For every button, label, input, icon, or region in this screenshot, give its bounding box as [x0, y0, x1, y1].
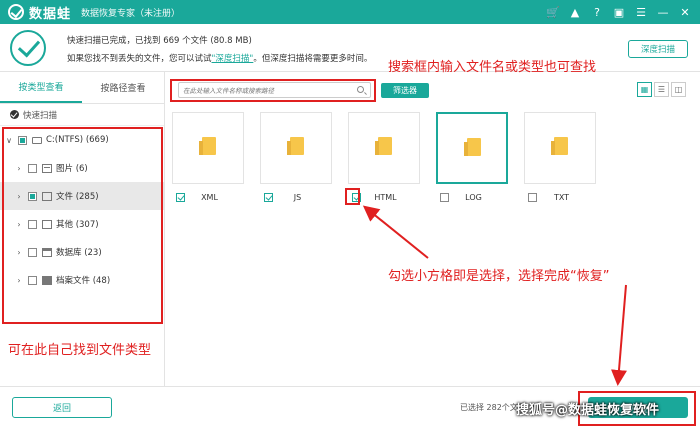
- list-view-icon[interactable]: ☰: [654, 82, 669, 97]
- tree-item-label: C:(NTFS) (669): [46, 135, 109, 145]
- tree-checkbox[interactable]: [28, 163, 37, 173]
- deep-scan-button[interactable]: 深度扫描: [628, 40, 688, 58]
- tile-label: LOG: [465, 192, 482, 202]
- tile-checkbox[interactable]: [440, 192, 449, 202]
- detail-view-icon[interactable]: ◫: [671, 82, 686, 97]
- tree-item-label: 文件 (285): [56, 192, 99, 202]
- chevron-right-icon[interactable]: ›: [14, 220, 24, 229]
- tile-label: JS: [293, 192, 302, 202]
- folder-icon: [464, 138, 481, 156]
- tab-by-type[interactable]: 按类型查看: [0, 72, 82, 103]
- deep-scan-link[interactable]: "深度扫描": [212, 54, 254, 64]
- tile-checkbox[interactable]: [176, 192, 185, 202]
- file-content-area: 筛选器 ▦ ☰ ◫ XML JS HTML: [166, 72, 700, 386]
- quick-scan-header[interactable]: 快速扫描: [0, 104, 164, 126]
- folder-icon: [375, 137, 392, 155]
- image-icon: [42, 163, 52, 173]
- folder-icon: [287, 137, 304, 155]
- quick-scan-label: 快速扫描: [23, 110, 58, 121]
- tree-item-other[interactable]: › 其他 (307): [0, 210, 164, 238]
- tile-label: HTML: [374, 192, 397, 202]
- database-icon: [42, 247, 52, 257]
- watermark-text: 搜狐号@数据蛙恢复软件: [516, 403, 660, 418]
- tree-checkbox[interactable]: [28, 191, 37, 201]
- annotation-search-hint: 搜索框内输入文件名或类型也可查找: [388, 60, 597, 75]
- annotation-sidebar-hint: 可在此自己找到文件类型: [8, 343, 152, 358]
- tree-item-documents[interactable]: › 文件 (285): [0, 182, 164, 210]
- chevron-right-icon[interactable]: ›: [14, 164, 24, 173]
- scan-result-text: 快速扫描已完成，已找到 669 个文件 (80.8 MB): [67, 36, 252, 46]
- app-logo: 数据蛙: [8, 3, 71, 22]
- tile-preview[interactable]: [436, 112, 508, 184]
- tree-item-database[interactable]: › 数据库 (23): [0, 238, 164, 266]
- save-icon[interactable]: ▣: [608, 0, 630, 24]
- tree-item-label: 档案文件 (48): [56, 276, 111, 286]
- title-bar: 数据蛙 数据恢复专家（未注册） 🛒 ▲ ? ▣ ☰ — ✕: [0, 0, 700, 24]
- search-input[interactable]: [183, 85, 353, 96]
- chevron-right-icon[interactable]: ›: [14, 248, 24, 257]
- app-name: 数据蛙: [29, 6, 72, 22]
- file-type-tree: ∨ C:(NTFS) (669) › 图片 (6) › 文件 (285) › 其…: [0, 126, 164, 294]
- archive-icon: [42, 275, 52, 285]
- bell-icon[interactable]: ▲: [564, 0, 586, 24]
- tree-item-images[interactable]: › 图片 (6): [0, 154, 164, 182]
- help-icon[interactable]: ?: [586, 0, 608, 24]
- search-box[interactable]: [178, 82, 371, 98]
- tile-checkbox[interactable]: [528, 192, 537, 202]
- tile-checkbox[interactable]: [352, 192, 361, 202]
- chevron-down-icon[interactable]: ∨: [4, 136, 14, 145]
- tile-checkbox[interactable]: [264, 192, 273, 202]
- tree-item-archives[interactable]: › 档案文件 (48): [0, 266, 164, 294]
- quick-scan-check-icon: [10, 110, 19, 119]
- tile-label: XML: [201, 192, 218, 202]
- file-icon: [42, 219, 52, 229]
- logo-check-icon: [8, 4, 24, 20]
- tile-label: TXT: [553, 192, 570, 202]
- annotation-select-hint: 勾选小方格即是选择，选择完成“恢复”: [388, 269, 610, 284]
- minimize-icon[interactable]: —: [652, 0, 674, 24]
- filter-button[interactable]: 筛选器: [381, 83, 429, 98]
- file-type-tile-log[interactable]: LOG: [436, 112, 508, 207]
- app-subtitle: 数据恢复专家（未注册）: [81, 8, 181, 19]
- chevron-right-icon[interactable]: ›: [14, 276, 24, 285]
- tree-checkbox[interactable]: [28, 275, 37, 285]
- file-type-tile-txt[interactable]: TXT: [524, 112, 596, 207]
- menu-icon[interactable]: ☰: [630, 0, 652, 24]
- tree-item-label: 图片 (6): [56, 164, 88, 174]
- back-button[interactable]: 返回: [12, 397, 112, 418]
- close-icon[interactable]: ✕: [674, 0, 696, 24]
- tree-checkbox[interactable]: [28, 247, 37, 257]
- scan-hint-text: 如果您找不到丢失的文件，您可以试试"深度扫描"。但深度扫描将需要更多时间。: [67, 54, 373, 64]
- grid-view-icon[interactable]: ▦: [637, 82, 652, 97]
- document-icon: [42, 191, 52, 201]
- tree-checkbox[interactable]: [28, 219, 37, 229]
- tile-preview[interactable]: [348, 112, 420, 184]
- file-type-tile-js[interactable]: JS: [260, 112, 332, 207]
- tab-by-path[interactable]: 按路径查看: [82, 72, 164, 103]
- scan-complete-icon: [10, 30, 46, 66]
- chevron-right-icon[interactable]: ›: [14, 192, 24, 201]
- tile-preview[interactable]: [172, 112, 244, 184]
- folder-icon: [199, 137, 216, 155]
- search-icon[interactable]: [357, 86, 364, 93]
- tree-checkbox[interactable]: [18, 135, 27, 145]
- folder-icon: [551, 137, 568, 155]
- file-type-tile-html[interactable]: HTML: [348, 112, 420, 207]
- cart-icon[interactable]: 🛒: [542, 0, 564, 24]
- tile-preview[interactable]: [524, 112, 596, 184]
- file-type-tile-xml[interactable]: XML: [172, 112, 244, 207]
- tree-item-label: 数据库 (23): [56, 248, 102, 258]
- drive-icon: [32, 136, 42, 144]
- tree-item-label: 其他 (307): [56, 220, 99, 230]
- tree-item-drive[interactable]: ∨ C:(NTFS) (669): [0, 126, 164, 154]
- tile-preview[interactable]: [260, 112, 332, 184]
